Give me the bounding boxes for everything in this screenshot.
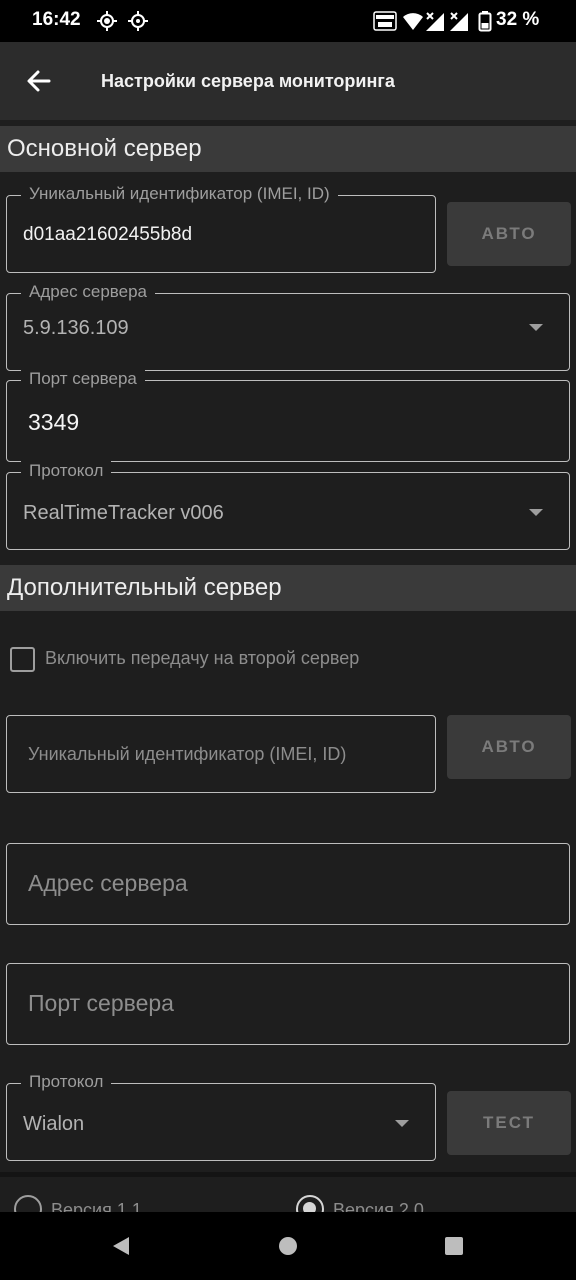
secondary-imei-field[interactable]: Уникальный идентификатор (IMEI, ID) [6, 715, 436, 793]
primary-imei-value: d01aa21602455b8d [23, 224, 193, 245]
version-2-radio[interactable] [296, 1195, 324, 1212]
primary-address-label: Адрес сервера [21, 282, 156, 302]
location-search-icon [128, 11, 148, 31]
back-arrow-icon[interactable] [24, 66, 54, 96]
secondary-auto-button[interactable]: АВТО [447, 715, 571, 779]
signal-icon-1 [426, 12, 444, 31]
secondary-port-placeholder: Порт сервера [28, 990, 174, 1016]
primary-port-field[interactable]: Порт сервера 3349 [6, 369, 570, 462]
primary-port-label: Порт сервера [21, 369, 145, 389]
primary-protocol-value: RealTimeTracker v006 [23, 502, 224, 524]
version-1-radio[interactable] [14, 1195, 42, 1212]
radio-selected-dot [303, 1202, 316, 1212]
volte-icon [373, 11, 397, 31]
secondary-imei-placeholder: Уникальный идентификатор (IMEI, ID) [28, 744, 347, 764]
secondary-address-field[interactable]: Адрес сервера [6, 843, 570, 925]
chevron-down-icon [529, 509, 543, 516]
primary-protocol-select[interactable]: Протокол RealTimeTracker v006 [6, 461, 570, 550]
primary-address-select[interactable]: Адрес сервера 5.9.136.109 [6, 282, 570, 371]
version-2-label: Версия 2.0 [333, 1200, 424, 1212]
secondary-protocol-select[interactable]: Протокол Wialon [6, 1072, 436, 1161]
signal-icon-2 [450, 12, 468, 31]
primary-address-value: 5.9.136.109 [23, 317, 129, 339]
battery-icon [478, 11, 492, 32]
primary-protocol-label: Протокол [21, 461, 112, 481]
wifi-icon [403, 13, 423, 30]
test-button[interactable]: ТЕСТ [447, 1091, 571, 1155]
version-radio-group: Версия 1.1 Версия 2.0 [0, 1177, 576, 1212]
nav-recents-icon[interactable] [444, 1236, 464, 1256]
battery-percent: 32 % [496, 9, 540, 30]
nav-back-icon[interactable] [110, 1235, 132, 1257]
enable-secondary-checkbox[interactable] [10, 647, 35, 672]
primary-port-value: 3349 [28, 409, 80, 435]
status-time: 16:42 [32, 9, 81, 30]
nav-home-icon[interactable] [278, 1236, 298, 1256]
secondary-address-placeholder: Адрес сервера [28, 870, 188, 896]
version-1-label: Версия 1.1 [51, 1200, 142, 1212]
primary-imei-label: Уникальный идентификатор (IMEI, ID) [21, 184, 338, 204]
secondary-port-field[interactable]: Порт сервера [6, 963, 570, 1045]
primary-auto-button[interactable]: АВТО [447, 202, 571, 266]
location-icon [97, 11, 117, 31]
chevron-down-icon [395, 1120, 409, 1127]
primary-imei-field[interactable]: Уникальный идентификатор (IMEI, ID) d01a… [6, 184, 436, 273]
page-title: Настройки сервера мониторинга [101, 71, 395, 91]
enable-secondary-label: Включить передачу на второй сервер [45, 648, 360, 668]
secondary-protocol-value: Wialon [23, 1113, 85, 1135]
secondary-protocol-label: Протокол [21, 1072, 112, 1092]
chevron-down-icon [529, 324, 543, 331]
section-header-secondary: Дополнительный сервер [0, 565, 576, 611]
section-header-primary: Основной сервер [0, 126, 576, 172]
